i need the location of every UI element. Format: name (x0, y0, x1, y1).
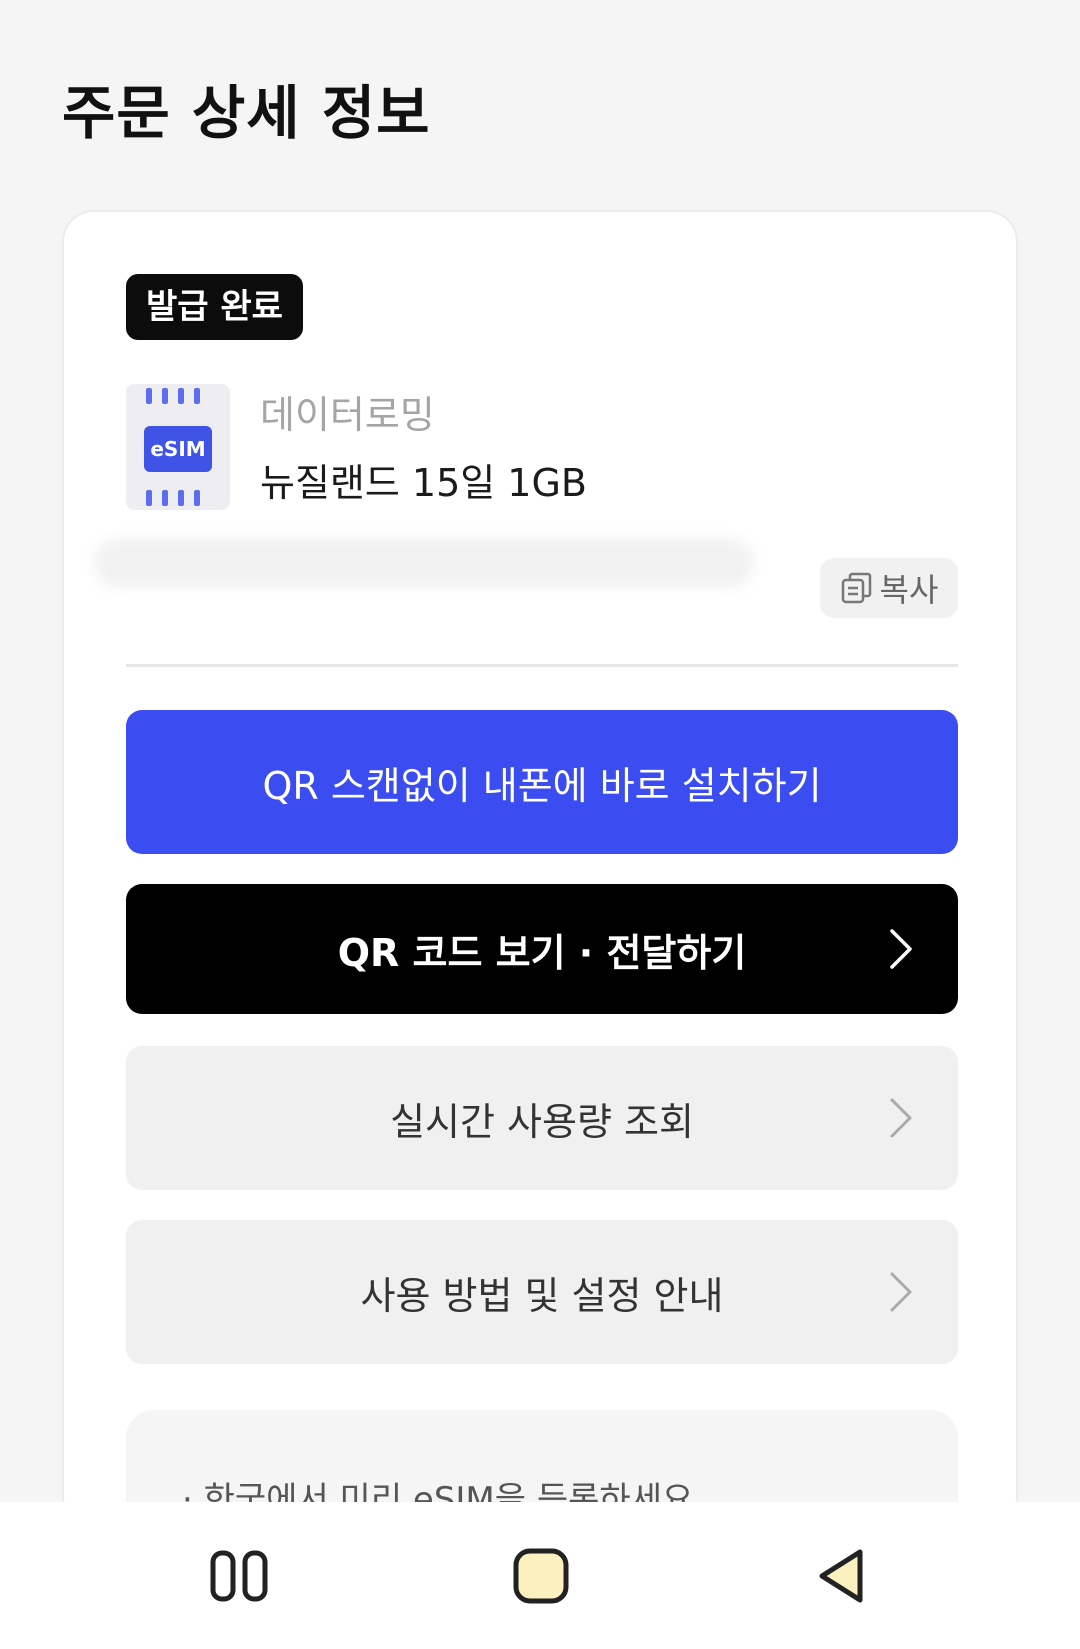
chevron-right-icon (890, 929, 912, 969)
realtime-usage-button[interactable]: 실시간 사용량 조회 (126, 1046, 958, 1190)
copy-label: 복사 (879, 571, 939, 609)
status-badge: 발급 완료 (126, 274, 303, 340)
copy-button[interactable]: 복사 (820, 558, 958, 618)
install-direct-label: QR 스캔없이 내폰에 바로 설치하기 (262, 763, 822, 808)
install-direct-button[interactable]: QR 스캔없이 내폰에 바로 설치하기 (126, 710, 958, 854)
redacted-activation-code (94, 538, 754, 588)
realtime-usage-label: 실시간 사용량 조회 (390, 1099, 694, 1144)
back-icon[interactable] (814, 1546, 866, 1606)
chevron-right-icon (890, 1098, 912, 1138)
qr-code-label: QR 코드 보기 · 전달하기 (337, 930, 747, 975)
copy-icon (841, 572, 871, 604)
esim-chip-label: eSIM (144, 426, 212, 472)
order-card: 발급 완료 eSIM 데이터로밍 뉴질랜드 15일 1GB 복사 QR 스캔없이… (62, 210, 1018, 1610)
esim-icon: eSIM (126, 384, 230, 510)
chevron-right-icon (890, 1272, 912, 1312)
system-nav-bar (0, 1502, 1080, 1649)
page-title: 주문 상세 정보 (62, 79, 431, 147)
qr-code-button[interactable]: QR 코드 보기 · 전달하기 (126, 884, 958, 1014)
product-name: 뉴질랜드 15일 1GB (260, 461, 588, 505)
divider (126, 664, 958, 667)
recent-apps-icon[interactable] (210, 1550, 268, 1602)
usage-guide-button[interactable]: 사용 방법 및 설정 안내 (126, 1220, 958, 1364)
usage-guide-label: 사용 방법 및 설정 안내 (360, 1273, 724, 1318)
product-category: 데이터로밍 (260, 393, 435, 437)
order-detail-page: 주문 상세 정보 발급 완료 eSIM 데이터로밍 뉴질랜드 15일 1GB 복… (0, 0, 1080, 1649)
home-icon[interactable] (513, 1548, 569, 1604)
